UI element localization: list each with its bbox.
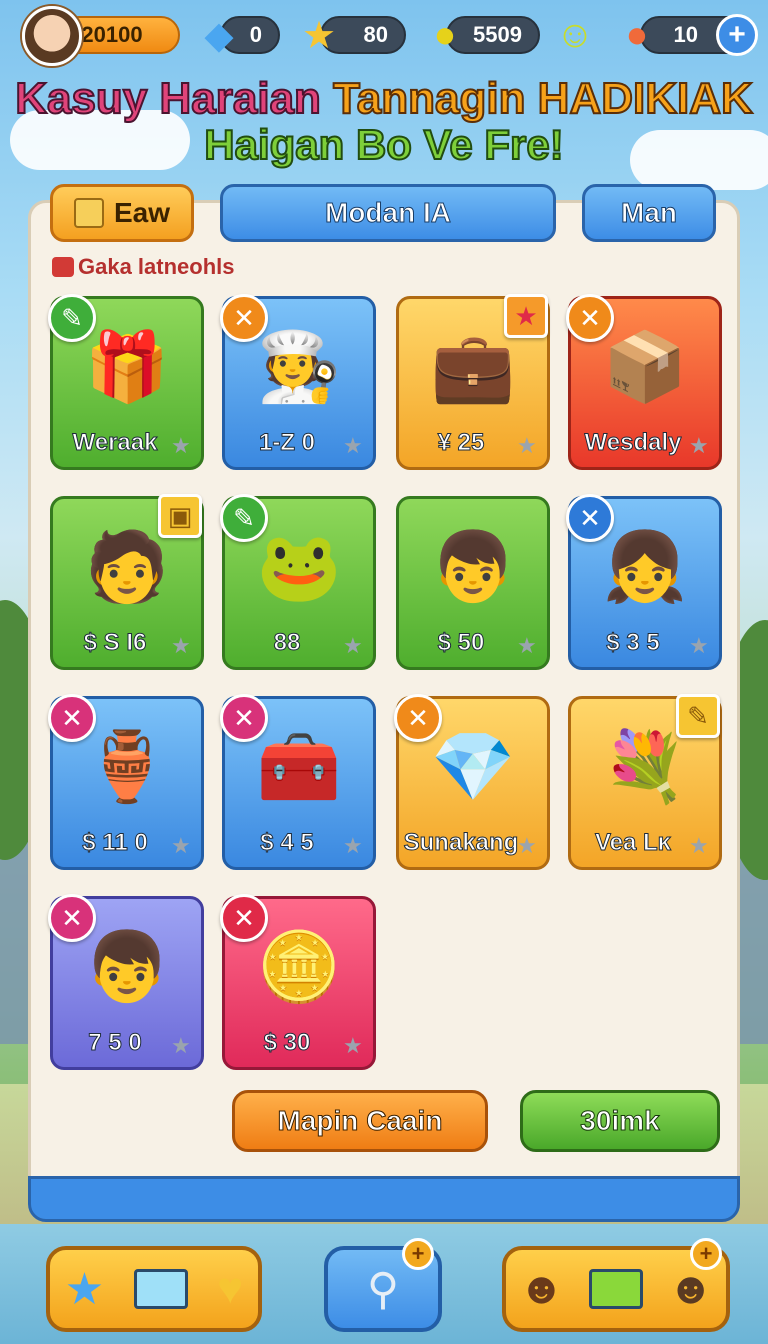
remove-badge-icon[interactable]: ✕ (566, 494, 614, 542)
remove-badge-icon[interactable]: ✕ (220, 894, 268, 942)
item-art: 💎 (430, 729, 516, 805)
add-currency-button[interactable]: + (716, 14, 758, 56)
star-value: 80 (363, 22, 388, 47)
item-label: Vea Lĸ (594, 829, 672, 857)
secondary-action-button[interactable]: 30imk (520, 1090, 720, 1152)
rarity-star-icon: ★ (343, 833, 363, 858)
rarity-star-icon: ★ (689, 833, 709, 858)
item-art: 💼 (430, 329, 516, 405)
chest-icon (52, 257, 74, 277)
item-art: 👦 (430, 529, 516, 605)
tab-label: Modan IA (325, 197, 452, 229)
item-label: $ 4 5 (260, 829, 314, 857)
avatar-icon[interactable]: ☻ (518, 1264, 564, 1314)
star-icon[interactable]: ★ (65, 1264, 104, 1315)
primary-action-button[interactable]: Mapin Caain (232, 1090, 488, 1152)
item-art: 🎁 (84, 329, 170, 405)
item-card[interactable]: 👦 $ 50 ★ (396, 496, 550, 670)
item-art: 🏺 (84, 729, 170, 805)
location-pin-icon: ⚲ (366, 1264, 400, 1314)
star-icon: ★ (301, 14, 337, 57)
remove-badge-icon[interactable]: ✕ (394, 694, 442, 742)
remove-badge-icon[interactable]: ✕ (220, 294, 268, 342)
page-title: Kasuy Haraian Tannagin HADIKIAK Haigan B… (0, 74, 768, 169)
fish-value: 10 (673, 22, 698, 47)
item-label: $ 3 5 (606, 629, 660, 657)
item-art: 💐 (602, 729, 688, 805)
fruit-icon: ● (433, 13, 457, 56)
rarity-star-icon: ★ (343, 433, 363, 458)
item-badge-icon[interactable]: ✎ (48, 294, 96, 342)
rarity-star-icon: ★ (171, 633, 191, 658)
item-label: Sunakang (403, 829, 519, 857)
item-art: 👧 (602, 529, 688, 605)
fish-icon: ● (625, 13, 649, 56)
item-label: $ S I6 (83, 629, 147, 657)
fruit-value: 5509 (473, 22, 522, 47)
tab-eaw[interactable]: Eaw (50, 184, 194, 242)
item-art: 🐸 (256, 529, 342, 605)
title-line1-part1: Kasuy Haraian (14, 74, 334, 123)
rarity-star-icon: ★ (689, 633, 709, 658)
rarity-star-icon: ★ (343, 1033, 363, 1058)
remove-badge-icon[interactable]: ✕ (566, 294, 614, 342)
item-art: 🪙 (256, 929, 342, 1005)
remove-badge-icon[interactable]: ✕ (48, 694, 96, 742)
rarity-star-icon: ★ (517, 833, 537, 858)
remove-badge-icon[interactable]: ✕ (220, 694, 268, 742)
item-label: $ 50 (437, 629, 485, 657)
screen-icon[interactable] (588, 1269, 643, 1309)
item-badge-icon[interactable]: ✎ (220, 494, 268, 542)
item-art: 📦 (602, 329, 688, 405)
item-badge-icon[interactable]: ★ (504, 294, 548, 338)
bottom-bar-right[interactable]: ☻ ☻ + (502, 1238, 730, 1332)
box-icon (73, 198, 104, 228)
rarity-star-icon: ★ (171, 833, 191, 858)
item-art: 🧰 (256, 729, 342, 805)
tab-modan[interactable]: Modan IA (220, 184, 556, 242)
tab-man[interactable]: Man (582, 184, 716, 242)
item-label: 88 (273, 629, 301, 657)
item-badge-icon[interactable]: ✎ (676, 694, 720, 738)
tab-label: Man (621, 197, 678, 229)
heart-icon[interactable]: ♥ (217, 1264, 243, 1314)
item-label: 7 5 0 (88, 1029, 142, 1057)
item-label: $ 11 0 (82, 829, 148, 857)
item-art: 🧑 (84, 529, 170, 605)
title-line1-part2: Tannagin HADIKIAK (332, 74, 754, 123)
add-icon[interactable]: + (690, 1238, 722, 1270)
item-badge-icon[interactable]: ▣ (158, 494, 202, 538)
frame-icon[interactable] (133, 1269, 188, 1309)
tab-label: Eaw (113, 197, 171, 228)
title-line2: Haigan Bo Ve Fre! (203, 121, 564, 169)
item-label: Weraak (72, 429, 158, 457)
coin-value: 20100 (81, 22, 143, 47)
section-label: Gaka latneohls (52, 254, 235, 280)
rarity-star-icon: ★ (171, 1033, 191, 1058)
item-label: ¥ 25 (437, 429, 485, 457)
gem-icon: ◆ (204, 14, 234, 57)
add-icon[interactable]: + (402, 1238, 434, 1270)
bottom-bar-left[interactable]: ★ ♥ (46, 1246, 262, 1332)
rarity-star-icon: ★ (517, 633, 537, 658)
rarity-star-icon: ★ (171, 433, 191, 458)
item-art: 👦 (84, 929, 170, 1005)
item-label: 1-Z 0 (258, 429, 315, 457)
top-hud: 20100 0 ◆ 80 ★ 5509 ● ☺ 10 ● + (0, 6, 768, 66)
rarity-star-icon: ★ (689, 433, 709, 458)
item-label: Wesdaly (584, 429, 682, 457)
map-button[interactable]: ⚲ + (324, 1238, 442, 1332)
item-art: 🧑‍🍳 (256, 329, 342, 405)
smile-icon[interactable]: ☺ (550, 10, 600, 60)
rarity-star-icon: ★ (517, 433, 537, 458)
gem-value: 0 (249, 22, 262, 47)
panel-footer (28, 1176, 740, 1222)
rarity-star-icon: ★ (343, 633, 363, 658)
remove-badge-icon[interactable]: ✕ (48, 894, 96, 942)
avatar-icon[interactable]: ☻ (667, 1264, 713, 1314)
player-avatar[interactable] (22, 6, 82, 66)
item-label: $ 30 (263, 1029, 311, 1057)
